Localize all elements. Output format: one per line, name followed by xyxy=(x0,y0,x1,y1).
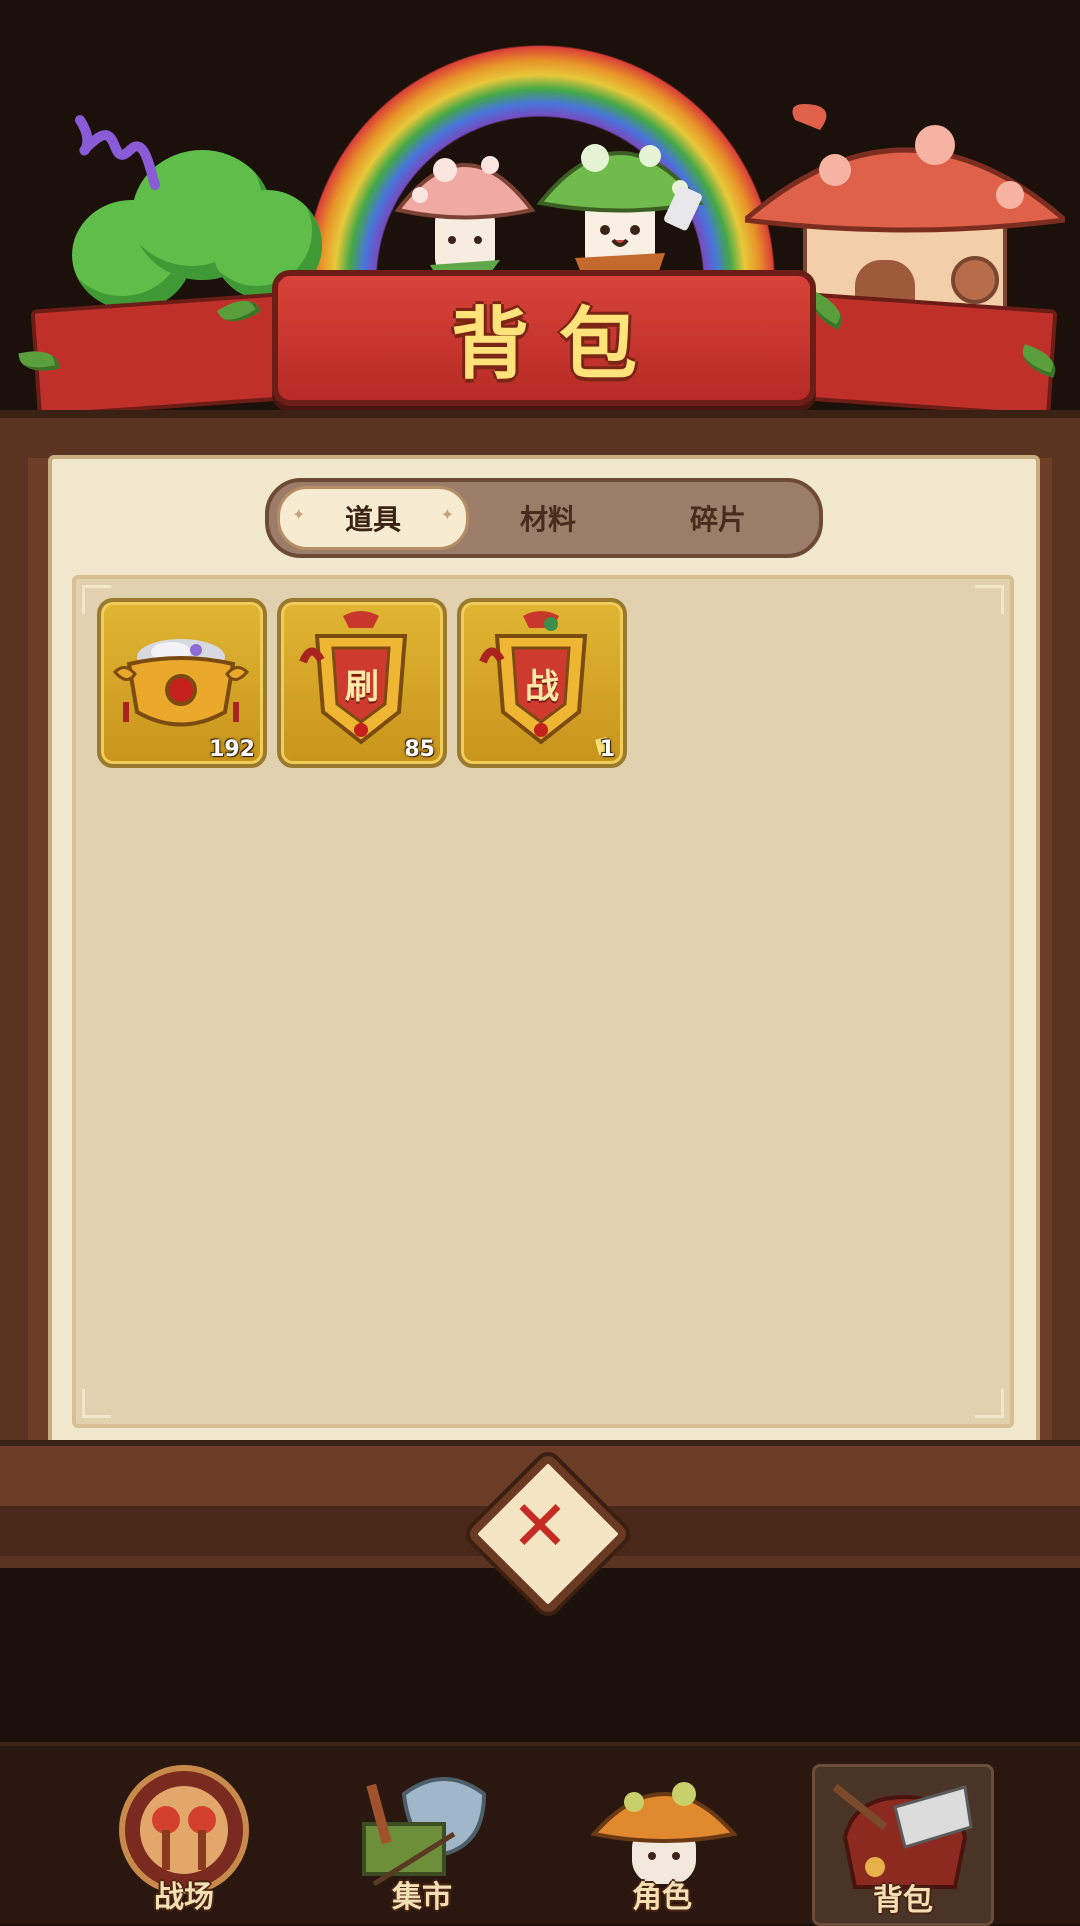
tab-items[interactable]: 道具 xyxy=(277,486,469,550)
pink-mushroom-character xyxy=(394,156,536,282)
nav-label: 角色 xyxy=(632,1880,692,1915)
tab-fragments-label: 碎片 xyxy=(689,503,746,536)
tab-items-label: 道具 xyxy=(344,503,401,536)
nav-label: 战场 xyxy=(154,1880,214,1915)
nav-item-character[interactable]: 角色 xyxy=(574,1764,750,1920)
tab-materials[interactable]: 材料 xyxy=(463,482,633,554)
nav-item-market[interactable]: 集市 xyxy=(334,1764,510,1920)
close-icon[interactable]: ✕ xyxy=(490,1476,590,1576)
token-glyph: 刷 xyxy=(345,666,379,707)
header-art: 背包 xyxy=(0,0,1080,530)
bottom-nav: 战场 集市 角色 背包 xyxy=(0,1742,1080,1926)
page-title: 背包 xyxy=(450,299,667,390)
token-glyph: 战 xyxy=(525,666,559,707)
item-slot[interactable]: 刷 85 xyxy=(277,598,447,768)
item-count: 1 xyxy=(599,737,615,762)
green-mushroom-character xyxy=(536,144,704,283)
nav-label: 集市 xyxy=(392,1880,452,1915)
title-banner: 背包 xyxy=(272,270,816,406)
tab-materials-label: 材料 xyxy=(519,503,576,536)
item-slot[interactable]: 战 1 xyxy=(457,598,627,768)
purple-ribbon-decoration xyxy=(75,115,160,190)
corner-ornament xyxy=(975,1389,1004,1418)
nav-label: 背包 xyxy=(873,1883,933,1918)
nav-item-backpack[interactable]: 背包 xyxy=(812,1764,994,1926)
item-count: 85 xyxy=(404,737,435,762)
item-count: 192 xyxy=(209,737,255,762)
nav-item-battlefield[interactable]: 战场 xyxy=(96,1764,272,1920)
item-slot[interactable]: 192 xyxy=(97,598,267,768)
corner-ornament xyxy=(975,585,1004,614)
corner-ornament xyxy=(82,1389,111,1418)
tab-bar: 道具 材料 碎片 xyxy=(265,478,823,558)
tab-fragments[interactable]: 碎片 xyxy=(633,482,803,554)
